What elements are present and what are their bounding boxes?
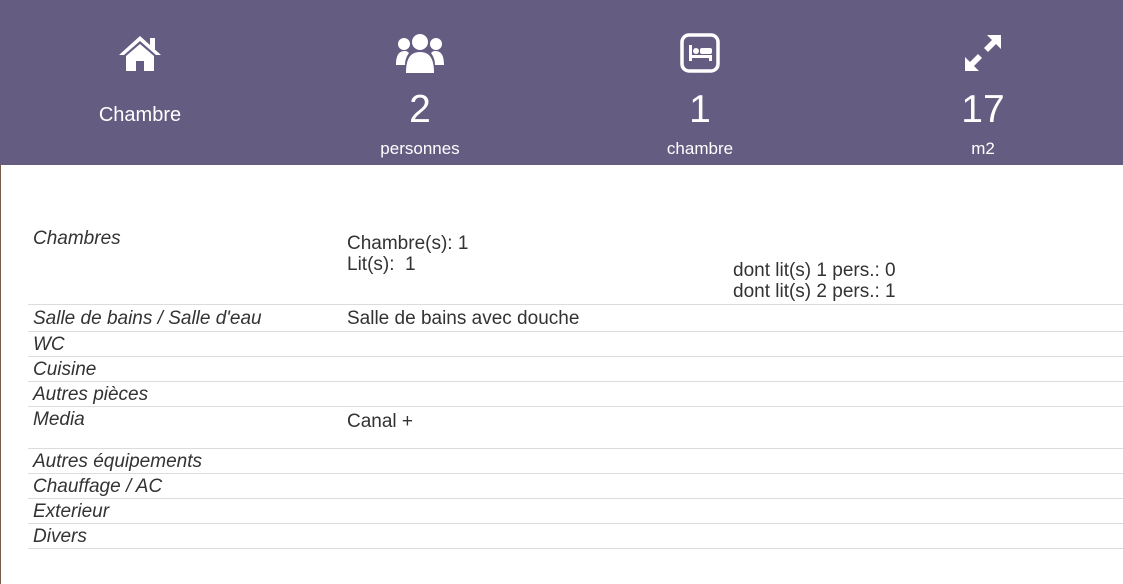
bathroom-label: Salle de bains / Salle d'eau — [33, 308, 262, 329]
row-detail — [733, 498, 1123, 524]
bedrooms-count: 1 — [689, 88, 711, 131]
beds-line: Lit(s): 1 — [347, 254, 416, 275]
row-detail — [733, 304, 1123, 332]
bedrooms-unit: chambre — [666, 139, 734, 158]
table-row: Media Canal + — [28, 406, 1123, 449]
persons-count: 2 — [409, 88, 431, 131]
row-label: Autres équipements — [28, 448, 344, 474]
property-type-label: Chambre — [98, 104, 182, 126]
area-value: 17 — [961, 88, 1005, 131]
row-label: Divers — [28, 523, 344, 549]
row-detail — [733, 356, 1123, 382]
row-value — [344, 331, 733, 357]
row-label: WC — [28, 331, 344, 357]
summary-header: Chambre 2 personnes 1 chambre 17 m2 — [0, 0, 1123, 165]
row-label: Salle de bains / Salle d'eau — [28, 304, 344, 332]
left-border — [0, 165, 1, 584]
bed-icon — [680, 30, 720, 76]
table-row: Chauffage / AC — [28, 473, 1123, 499]
persons-unit: personnes — [380, 139, 460, 158]
table-row: Divers — [28, 523, 1123, 549]
stat-area: 17 m2 — [843, 0, 1123, 165]
row-value — [344, 448, 733, 474]
single-beds-line: dont lit(s) 1 pers.: 0 — [733, 260, 896, 281]
row-value — [344, 523, 733, 549]
row-value — [344, 473, 733, 499]
row-label: Exterieur — [28, 498, 344, 524]
table-row: Autres équipements — [28, 448, 1123, 474]
row-value: Salle de bains avec douche — [344, 304, 733, 332]
row-detail — [733, 473, 1123, 499]
details-table: Chambres Chambre(s): 1 Lit(s): 1 dont li… — [28, 228, 1123, 549]
row-detail — [733, 406, 1123, 449]
table-row: Chambres Chambre(s): 1 Lit(s): 1 dont li… — [28, 228, 1123, 305]
row-label: Media — [28, 406, 344, 449]
row-label: Cuisine — [28, 356, 344, 382]
stat-type: Chambre — [0, 0, 280, 165]
stat-persons: 2 personnes — [280, 0, 560, 165]
row-detail — [733, 381, 1123, 407]
area-unit: m2 — [971, 139, 995, 158]
table-row: WC — [28, 331, 1123, 357]
row-detail — [733, 448, 1123, 474]
table-row: Autres pièces — [28, 381, 1123, 407]
expand-icon — [963, 30, 1003, 76]
row-value: Canal + — [344, 406, 733, 449]
row-value — [344, 356, 733, 382]
row-value: Chambre(s): 1 Lit(s): 1 — [344, 228, 733, 305]
home-icon — [118, 30, 162, 76]
row-label: Autres pièces — [28, 381, 344, 407]
row-label: Chambres — [28, 228, 344, 305]
table-row: Salle de bains / Salle d'eau Salle de ba… — [28, 304, 1123, 332]
row-detail: dont lit(s) 1 pers.: 0 dont lit(s) 2 per… — [733, 228, 1123, 305]
row-label: Chauffage / AC — [28, 473, 344, 499]
bedrooms-line: Chambre(s): 1 — [347, 233, 469, 254]
row-detail — [733, 523, 1123, 549]
row-value — [344, 498, 733, 524]
users-icon — [396, 30, 444, 76]
table-row: Cuisine — [28, 356, 1123, 382]
table-row: Exterieur — [28, 498, 1123, 524]
double-beds-line: dont lit(s) 2 pers.: 1 — [733, 281, 896, 302]
row-value — [344, 381, 733, 407]
row-detail — [733, 331, 1123, 357]
stat-bedrooms: 1 chambre — [560, 0, 840, 165]
